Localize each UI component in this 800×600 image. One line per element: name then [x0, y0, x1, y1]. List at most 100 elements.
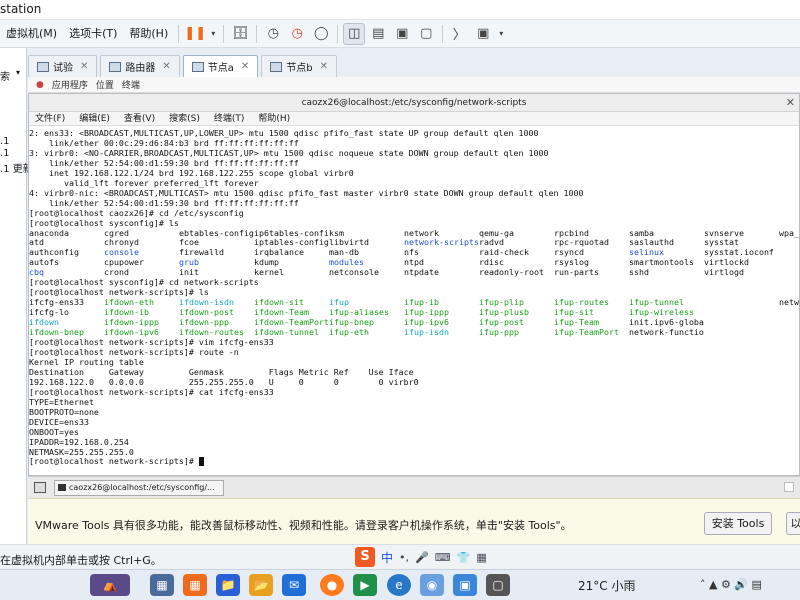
tab-label: 节点a: [207, 63, 234, 74]
terminal-output[interactable]: 2: ens33: <BROADCAST,MULTICAST,UP,LOWER_…: [29, 128, 799, 475]
menu-help[interactable]: 帮助(H): [123, 20, 174, 48]
toolbar-separator: [178, 24, 180, 43]
unity-icon[interactable]: ▢: [415, 23, 437, 45]
close-icon[interactable]: ✕: [162, 61, 170, 72]
terminal-menu-edit[interactable]: 编辑(E): [79, 112, 110, 125]
ls-entry: ifdown-ppp: [179, 318, 229, 328]
pinned-app-icon[interactable]: ▦: [183, 574, 207, 596]
folder-icon[interactable]: 📂: [249, 574, 273, 596]
pinned-app-icon[interactable]: ◉: [420, 574, 444, 596]
chevron-down-icon[interactable]: ▾: [16, 68, 20, 77]
skin-icon[interactable]: 👕: [457, 551, 471, 564]
snapshot-manager-icon[interactable]: ◯: [310, 23, 332, 45]
ls-entry: ifup-aliases: [329, 308, 389, 318]
edge-icon[interactable]: e: [387, 574, 411, 596]
sidebar-item[interactable]: .1: [0, 136, 10, 147]
pinned-app-icon[interactable]: ▣: [453, 574, 477, 596]
pinned-app-icon[interactable]: ▶: [353, 574, 377, 596]
ls-entry: samba: [629, 228, 654, 238]
library-view-icon[interactable]: ◫: [343, 22, 366, 45]
thumbnail-view-icon[interactable]: ▤: [367, 23, 389, 45]
microphone-icon[interactable]: 🎤: [415, 551, 429, 564]
full-screen-icon[interactable]: ▣: [391, 23, 413, 45]
punctuation-icon[interactable]: •,: [399, 551, 409, 564]
terminal-line: BOOTPROTO=none: [29, 406, 99, 417]
menu-vm[interactable]: 虚拟机(M): [0, 20, 63, 48]
show-desktop-icon[interactable]: [34, 482, 46, 493]
tab-node-a[interactable]: 节点a ✕: [182, 55, 259, 77]
ls-entry: cpupower: [104, 258, 144, 268]
ls-entry: ifup-ib: [404, 298, 439, 308]
ls-entry: fcoe: [179, 238, 199, 248]
ls-entry: ifcfg-ens33: [29, 298, 84, 308]
menu-tabs[interactable]: 选项卡(T): [63, 20, 123, 48]
terminal-line: [root@localhost network-scripts]# cat if…: [29, 386, 274, 397]
ime-language[interactable]: 中: [381, 549, 393, 566]
ls-entry: autofs: [29, 258, 59, 268]
ls-row: authconfig console firewalld irqbalance man-…: [29, 248, 799, 258]
ls-entry: run-parts: [554, 268, 599, 278]
chevron-down-icon[interactable]: ▾: [496, 23, 506, 45]
guest-menu-applications[interactable]: 应用程序: [52, 78, 88, 91]
close-icon[interactable]: ✕: [786, 94, 795, 112]
tools-second-button[interactable]: 以: [786, 512, 800, 535]
revert-snapshot-icon[interactable]: ◷: [286, 23, 308, 45]
weather-widget[interactable]: 21°C 小雨: [578, 577, 635, 594]
terminal-menu-file[interactable]: 文件(F): [35, 112, 65, 125]
ime-toolbar: S 中 •, 🎤 ⌨ 👕 ▦: [355, 546, 487, 568]
stretch-icon[interactable]: ▣: [472, 23, 494, 45]
firefox-icon[interactable]: ●: [320, 574, 344, 596]
toolbar-separator: [256, 24, 258, 43]
sidebar-search-label[interactable]: 索: [0, 68, 10, 83]
pinned-app-icon[interactable]: ▢: [486, 574, 510, 596]
snapshot-icon[interactable]: ◷: [262, 23, 284, 45]
close-icon[interactable]: ✕: [80, 61, 88, 72]
terminal-line: [root@localhost network-scripts]# ls: [29, 287, 209, 298]
ls-entry: network-scripts: [404, 238, 479, 248]
tab-router[interactable]: 路由器 ✕: [100, 55, 180, 77]
system-tray-icons[interactable]: ˄ ▲ ⚙ 🔊 ▤: [700, 578, 762, 591]
ls-entry: ifup-ppp: [479, 328, 519, 338]
install-tools-button[interactable]: 安装 Tools: [704, 512, 772, 535]
ls-entry: chronyd: [104, 238, 139, 248]
grid-icon[interactable]: ▦: [476, 551, 486, 564]
pinned-app-icon[interactable]: ⛺: [90, 574, 130, 596]
terminal-menu-search[interactable]: 搜索(S): [169, 112, 200, 125]
guest-taskbar-item-terminal[interactable]: caozx26@localhost:/etc/sysconfig/...: [54, 480, 224, 496]
mail-icon[interactable]: ✉: [282, 574, 306, 596]
tab-node-b[interactable]: 节点b ✕: [261, 55, 338, 77]
ls-entry: rdisc: [479, 258, 504, 268]
close-icon[interactable]: ✕: [320, 61, 328, 72]
console-view-icon[interactable]: 〉: [448, 23, 470, 45]
sidebar-item[interactable]: .1: [0, 148, 10, 159]
ls-entry: iptables-config: [254, 238, 329, 248]
ls-entry: radvd: [479, 238, 504, 248]
terminal-menu-help[interactable]: 帮助(H): [258, 112, 290, 125]
ls-entry: sysstat: [704, 238, 739, 248]
guest-menu-terminal[interactable]: 终端: [122, 78, 140, 91]
ls-row: ifcfg-lo ifdown-ib ifdown-post ifdown-Team i…: [29, 308, 799, 318]
ls-entry: readonly-root: [479, 268, 544, 278]
send-keys-icon[interactable]: 🗄: [229, 23, 251, 45]
ls-entry: ntpd: [404, 258, 424, 268]
tab-label: 路由器: [125, 63, 156, 74]
close-icon[interactable]: ✕: [241, 61, 249, 72]
sogou-logo-icon[interactable]: S: [355, 547, 375, 567]
pause-icon[interactable]: ❚❚: [184, 23, 206, 45]
terminal-menu-terminal[interactable]: 终端(T): [214, 112, 245, 125]
tab-label: 试验: [53, 63, 73, 74]
ls-entry: ifup-routes: [554, 298, 609, 308]
chevron-down-icon[interactable]: ▾: [208, 23, 218, 45]
ls-entry: ifdown-eth: [104, 298, 154, 308]
file-explorer-icon[interactable]: 📁: [216, 574, 240, 596]
terminal-menu-view[interactable]: 查看(V): [124, 112, 155, 125]
pinned-app-icon[interactable]: ▦: [150, 574, 174, 596]
tab-experiment[interactable]: 试验 ✕: [28, 55, 98, 77]
guest-menu-places[interactable]: 位置: [96, 78, 114, 91]
workspace-switcher-icon[interactable]: [784, 482, 794, 492]
ls-entry: ifup: [329, 298, 349, 308]
ls-entry: kdump: [254, 258, 279, 268]
ls-entry: ifup-Team: [554, 318, 599, 328]
ls-entry: ifdown-ippp: [104, 318, 159, 328]
keyboard-icon[interactable]: ⌨: [435, 551, 451, 564]
